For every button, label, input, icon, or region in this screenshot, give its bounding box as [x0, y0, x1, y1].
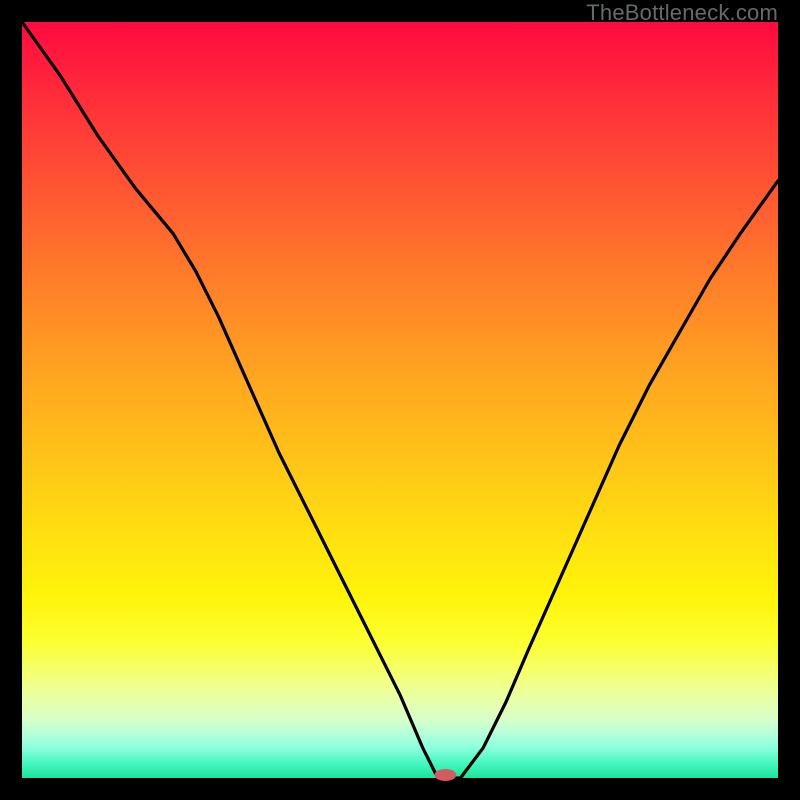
plot-svg: [22, 22, 778, 778]
bottleneck-curve: [22, 22, 778, 778]
marker-min: [434, 769, 456, 781]
chart-frame: TheBottleneck.com: [0, 0, 800, 800]
watermark-text: TheBottleneck.com: [586, 0, 778, 26]
plot-area: [22, 22, 778, 778]
